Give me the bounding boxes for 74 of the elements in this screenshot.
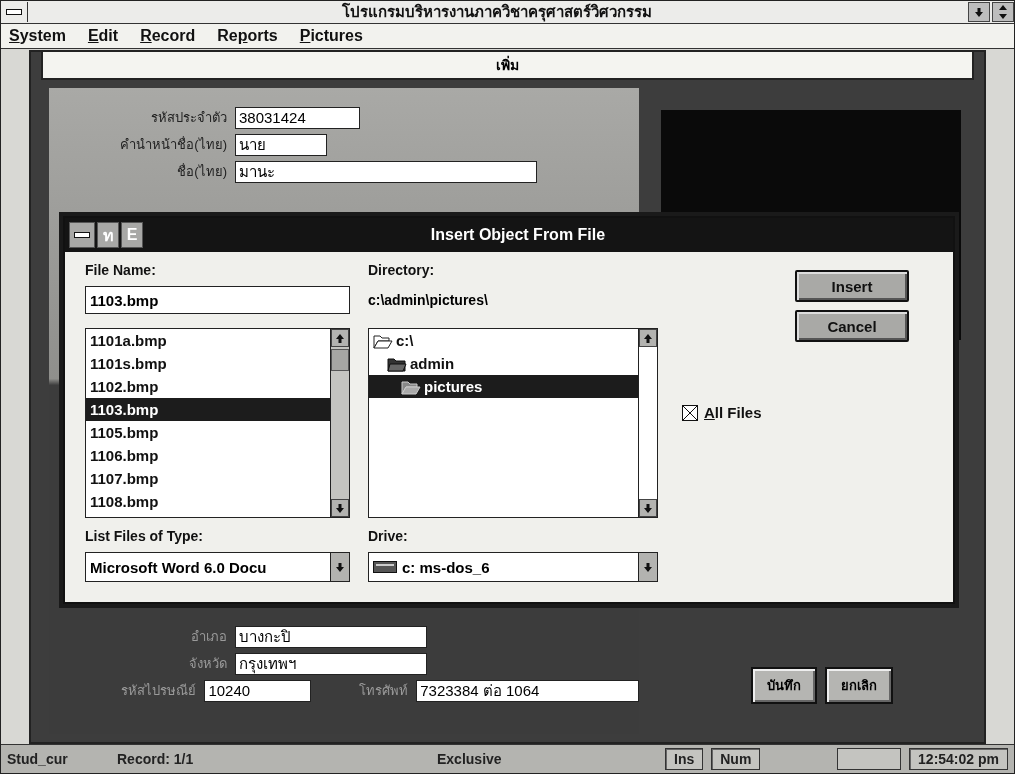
text-field[interactable]: กรุงเทพฯ	[235, 652, 427, 675]
field-label: จังหวัด	[188, 655, 227, 673]
down-arrow-icon	[336, 503, 344, 513]
down-arrow-icon	[644, 503, 652, 513]
up-arrow-icon	[336, 333, 344, 343]
text-field[interactable]: 38031424	[235, 106, 360, 129]
file-item[interactable]: 1101s.bmp	[86, 352, 330, 375]
file-item[interactable]: 1103.bmp	[86, 398, 330, 421]
down-arrow-icon	[644, 562, 652, 572]
status-panel	[837, 748, 902, 770]
status-text: Num	[711, 748, 761, 770]
open-folder-icon	[401, 378, 421, 395]
status-text: Stud_cur	[7, 751, 69, 767]
menu-item[interactable]: Edit	[87, 27, 119, 45]
up-down-arrow-icon	[999, 5, 1007, 19]
field-label: โทรศัพท์	[359, 682, 409, 700]
form-button[interactable]: บันทึก	[751, 667, 817, 704]
dialog-button[interactable]: Cancel	[795, 310, 909, 342]
form-button[interactable]: ยกเลิก	[825, 667, 893, 704]
text-field[interactable]: 7323384 ต่อ 1064	[416, 679, 639, 702]
field-label: Directory:	[368, 262, 436, 280]
scroll-up-button[interactable]	[331, 329, 349, 347]
all-files-checkbox[interactable]: All Files	[682, 404, 762, 421]
field-label: คำนำหน้าชื่อ(ไทย)	[119, 135, 227, 154]
dialog-button[interactable]: Insert	[795, 270, 909, 302]
system-menu-icon[interactable]	[69, 222, 95, 248]
drive-icon	[373, 561, 397, 573]
folder-item[interactable]: pictures	[369, 375, 638, 398]
restore-button[interactable]	[992, 2, 1014, 22]
checkbox-icon[interactable]	[682, 404, 698, 421]
file-item[interactable]: 1106.bmp	[86, 444, 330, 467]
window-title: โปรแกรมบริหารงานภาควิชาครุศาสตร์วิศวกรรม	[341, 2, 653, 24]
drive-dropdown[interactable]: c: ms-dos_6	[368, 552, 658, 582]
field-label: รหัสไปรษณีย์	[120, 682, 197, 700]
form-window-title: เพิ่ม	[41, 52, 974, 80]
scroll-thumb[interactable]	[331, 349, 349, 371]
down-arrow-icon	[336, 562, 344, 572]
open-folder-icon	[373, 332, 393, 349]
text-field[interactable]: บางกะปิ	[235, 625, 427, 648]
status-text: 12:54:02 pm	[909, 748, 1008, 770]
text-field[interactable]: 10240	[204, 679, 312, 702]
folder-item[interactable]: admin	[369, 352, 638, 375]
file-item[interactable]: 1102.bmp	[86, 375, 330, 398]
file-item[interactable]: 1108.bmp	[86, 490, 330, 513]
text-field[interactable]: นาย	[235, 133, 327, 156]
status-text: Record: 1/1	[117, 751, 195, 767]
scroll-down-button[interactable]	[331, 499, 349, 517]
field-label: List Files of Type:	[85, 528, 204, 546]
menu-item[interactable]: Pictures	[299, 27, 363, 45]
field-label: รหัสประจำตัว	[150, 109, 227, 127]
menu-item[interactable]: Record	[140, 27, 196, 45]
directory-path: c:\admin\pictures\	[368, 291, 489, 310]
dialog-title: Insert Object From File	[429, 226, 607, 244]
minimize-button[interactable]	[968, 2, 990, 22]
field-label: Drive:	[368, 528, 409, 546]
field-label: ชื่อ(ไทย)	[176, 162, 227, 181]
up-arrow-icon	[644, 333, 652, 343]
menu-item[interactable]: Reports	[217, 27, 278, 45]
field-label: File Name:	[85, 262, 157, 280]
scroll-up-button[interactable]	[639, 329, 657, 347]
file-item[interactable]: 1105.bmp	[86, 421, 330, 444]
status-text: Exclusive	[437, 751, 503, 767]
menu-item[interactable]: System	[9, 27, 66, 45]
field-label: อำเภอ	[190, 628, 227, 646]
file-item[interactable]: 1107.bmp	[86, 467, 330, 490]
text-field[interactable]: มานะ	[235, 160, 537, 183]
file-item[interactable]: 1101a.bmp	[86, 329, 330, 352]
file-type-dropdown[interactable]: Microsoft Word 6.0 Docu	[85, 552, 350, 582]
folder-icon	[387, 355, 407, 372]
file-name-field[interactable]: 1103.bmp	[85, 286, 350, 314]
status-text: Ins	[665, 748, 704, 770]
folder-item[interactable]: c:\	[369, 329, 638, 352]
down-arrow-icon	[975, 7, 983, 17]
scroll-down-button[interactable]	[639, 499, 657, 517]
